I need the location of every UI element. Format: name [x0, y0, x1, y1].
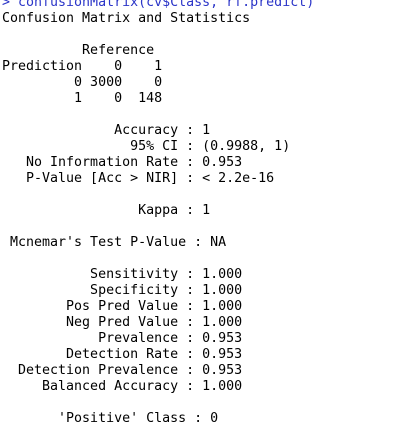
stat-pos-pred-value: Pos Pred Value : 1.000: [2, 299, 243, 314]
stat-kappa: Kappa : 1: [2, 203, 211, 218]
stat-p-value: P-Value [Acc > NIR] : < 2.2e-16: [2, 171, 275, 186]
command-line: > confusionMatrix(cv$Class, rf.predict): [2, 0, 315, 10]
stat-accuracy: Accuracy : 1: [2, 123, 211, 138]
stat-no-information-rate: No Information Rate : 0.953: [2, 155, 243, 170]
stat-prevalence: Prevalence : 0.953: [2, 331, 243, 346]
matrix-row-0: 0 3000 0: [2, 75, 163, 90]
stat-specificity: Specificity : 1.000: [2, 283, 243, 298]
stat-neg-pred-value: Neg Pred Value : 1.000: [2, 315, 243, 330]
stat-balanced-accuracy: Balanced Accuracy : 1.000: [2, 379, 243, 394]
matrix-row-1: 1 0 148: [2, 91, 163, 106]
stat-detection-rate: Detection Rate : 0.953: [2, 347, 243, 362]
stat-detection-prevalence: Detection Prevalence : 0.953: [2, 363, 243, 378]
stat-confidence-interval: 95% CI : (0.9988, 1): [2, 139, 291, 154]
stat-sensitivity: Sensitivity : 1.000: [2, 267, 243, 282]
r-console-output[interactable]: > confusionMatrix(cv$Class, rf.predict) …: [0, 0, 416, 443]
stat-mcnemar: Mcnemar's Test P-Value : NA: [2, 235, 227, 250]
stat-positive-class: 'Positive' Class : 0: [2, 411, 219, 426]
output-title: Confusion Matrix and Statistics: [2, 11, 251, 26]
matrix-header-reference: Reference: [2, 43, 155, 58]
matrix-header-prediction: Prediction 0 1: [2, 59, 163, 74]
